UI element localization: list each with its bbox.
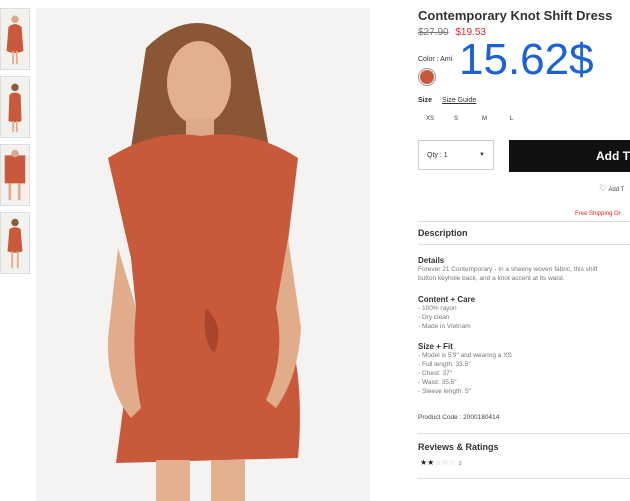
thumbnail-2[interactable] [0,76,30,138]
fit-item: - Waist: 35.5" [418,379,457,386]
add-to-bag-button[interactable]: Add T [509,140,630,172]
swatch-fill [420,70,434,84]
size-label: Size [418,97,433,104]
fit-item: - Full length: 33.5" [418,361,471,368]
size-option-m[interactable]: M [482,116,510,122]
details-heading: Details [418,256,445,265]
details-text-2: button keyhole back, and a knot accent a… [418,275,565,282]
size-options: XS S M L [426,116,538,122]
add-to-wishlist[interactable]: ♡ Add T [599,183,624,194]
original-price: $27.90 [418,27,449,38]
main-product-image[interactable] [36,8,370,501]
fit-item: - Model is 5'9" and wearing a XS [418,352,512,359]
quantity-value: Qty : 1 [427,151,448,159]
reviews-heading[interactable]: Reviews & Ratings [418,442,499,452]
divider [418,244,630,245]
size-option-s[interactable]: S [454,116,482,122]
divider [418,478,630,479]
product-title: Contemporary Knot Shift Dress [418,8,613,23]
heart-icon: ♡ [599,183,608,193]
color-label: Color : Ami [418,56,453,63]
promo-price-overlay: 15.62$ [459,35,594,84]
fit-heading: Size + Fit [418,342,453,351]
star-icon: ☆ [434,458,442,467]
review-count: 2 [458,461,462,467]
care-item: - Made in Vietnam [418,323,471,330]
star-rating: ★★☆☆☆ 2 [420,458,462,467]
fit-item: - Chest: 37" [418,370,453,377]
quantity-select[interactable]: Qty : 1 ▼ [418,140,494,170]
thumbnail-strip [0,8,32,280]
care-heading: Content + Care [418,295,476,304]
description-heading[interactable]: Description [418,228,468,238]
size-option-xs[interactable]: XS [426,116,454,122]
product-info: Contemporary Knot Shift Dress $27.90 $19… [418,0,630,501]
thumbnail-3[interactable] [0,144,30,206]
size-option-l[interactable]: L [510,116,538,122]
thumbnail-1[interactable] [0,8,30,70]
size-row: Size Size Guide [418,97,476,104]
size-guide-link[interactable]: Size Guide [442,97,476,104]
free-shipping-link[interactable]: Free Shipping Or [575,211,621,217]
fit-item: - Sleeve length: 5" [418,388,471,395]
divider [418,433,630,434]
color-swatch[interactable] [418,68,436,86]
chevron-down-icon: ▼ [479,152,485,158]
product-code: Product Code : 2000180414 [418,414,500,421]
add-to-wishlist-label: Add T [608,187,625,193]
divider [418,221,630,222]
star-icon: ☆ [448,458,456,467]
details-text-1: Forever 21 Contemporary - In a sheeny wo… [418,266,598,273]
thumbnail-4[interactable] [0,212,30,274]
care-item: - Dry clean [418,314,450,321]
care-item: - 100% rayon [418,305,457,312]
star-icon: ☆ [441,458,449,467]
